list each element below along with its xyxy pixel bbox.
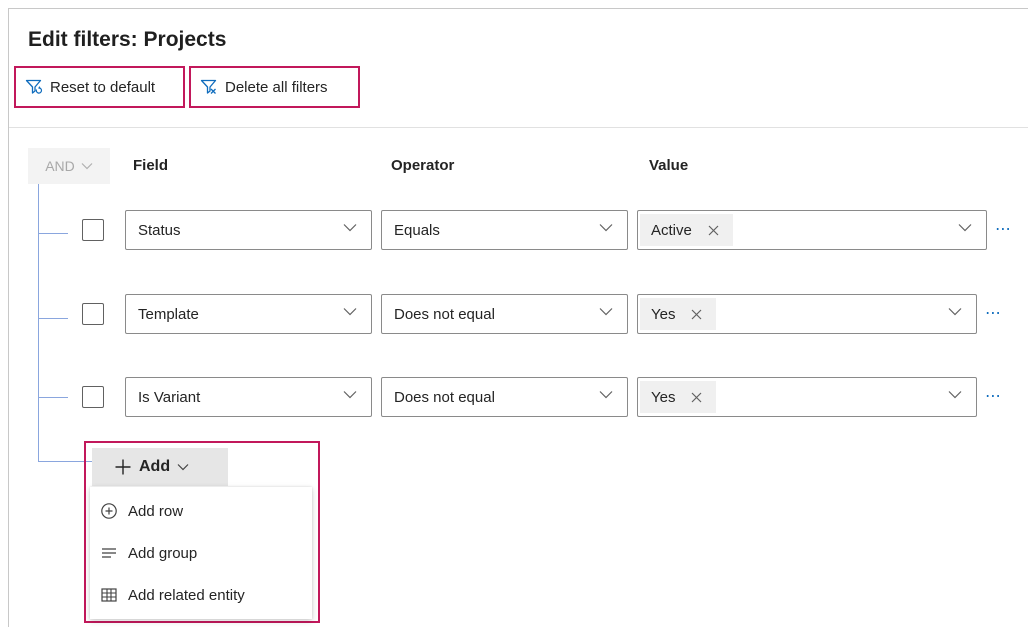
tree-branch-line <box>38 397 68 398</box>
value-dropdown[interactable]: Yes <box>637 294 977 334</box>
value-tag-label: Yes <box>651 305 676 323</box>
plus-icon <box>115 459 131 475</box>
row-select-checkbox[interactable] <box>82 303 104 325</box>
chevron-down-icon <box>599 224 613 232</box>
chevron-down-icon <box>948 308 962 316</box>
chevron-down-icon <box>81 163 93 170</box>
add-button[interactable]: Add <box>92 448 228 486</box>
field-dropdown[interactable]: Template <box>125 294 372 334</box>
chevron-down-icon <box>599 391 613 399</box>
filter-reset-icon <box>25 79 43 94</box>
column-header-value: Value <box>649 157 689 174</box>
row-select-checkbox[interactable] <box>82 386 104 408</box>
field-value: Is Variant <box>138 388 201 406</box>
menu-item-add-row[interactable]: Add row <box>90 491 312 531</box>
tree-connector-line <box>38 184 39 462</box>
remove-tag-icon[interactable] <box>691 392 702 403</box>
menu-item-label: Add group <box>128 544 198 562</box>
reset-to-default-label: Reset to default <box>50 78 156 96</box>
chevron-down-icon <box>343 391 357 399</box>
chevron-down-icon <box>599 308 613 316</box>
group-operator-dropdown[interactable]: AND <box>28 148 110 184</box>
remove-tag-icon[interactable] <box>691 309 702 320</box>
row-more-options-icon[interactable]: ⋯ <box>985 386 1002 406</box>
row-more-options-icon[interactable]: ⋯ <box>985 303 1002 323</box>
value-dropdown[interactable]: Yes <box>637 377 977 417</box>
operator-value: Does not equal <box>394 388 495 406</box>
operator-dropdown[interactable]: Equals <box>381 210 628 250</box>
add-button-label: Add <box>139 458 171 475</box>
value-tag-label: Active <box>651 221 692 239</box>
add-menu: Add row Add group Add related entity <box>90 487 312 619</box>
chevron-down-icon <box>948 391 962 399</box>
value-tag: Yes <box>640 298 717 330</box>
operator-value: Equals <box>394 221 440 239</box>
row-select-checkbox[interactable] <box>82 219 104 241</box>
table-icon <box>101 588 117 602</box>
tree-branch-line <box>38 318 68 319</box>
menu-item-label: Add row <box>128 502 184 520</box>
text-lines-icon <box>102 548 116 558</box>
row-more-options-icon[interactable]: ⋯ <box>995 219 1012 239</box>
operator-dropdown[interactable]: Does not equal <box>381 377 628 417</box>
chevron-down-icon <box>958 224 972 232</box>
filter-delete-icon <box>200 79 217 94</box>
field-dropdown[interactable]: Is Variant <box>125 377 372 417</box>
remove-tag-icon[interactable] <box>708 225 719 236</box>
field-dropdown[interactable]: Status <box>125 210 372 250</box>
page-title: Edit filters: Projects <box>28 28 227 51</box>
value-tag-label: Yes <box>651 388 676 406</box>
field-value: Status <box>138 221 181 239</box>
header-divider <box>9 127 1028 128</box>
menu-item-add-related-entity[interactable]: Add related entity <box>90 575 312 615</box>
chevron-down-icon <box>177 464 189 471</box>
chevron-down-icon <box>343 308 357 316</box>
reset-to-default-button[interactable]: Reset to default <box>14 66 185 108</box>
operator-value: Does not equal <box>394 305 495 323</box>
add-circle-icon <box>101 503 117 519</box>
group-operator-label: AND <box>45 158 75 174</box>
tree-branch-line <box>38 233 68 234</box>
value-dropdown[interactable]: Active <box>637 210 987 250</box>
menu-item-add-group[interactable]: Add group <box>90 533 312 573</box>
menu-item-label: Add related entity <box>128 586 245 604</box>
chevron-down-icon <box>343 224 357 232</box>
operator-dropdown[interactable]: Does not equal <box>381 294 628 334</box>
field-value: Template <box>138 305 199 323</box>
value-tag: Yes <box>640 381 717 413</box>
value-tag: Active <box>640 214 733 246</box>
delete-all-filters-label: Delete all filters <box>225 78 328 96</box>
column-header-operator: Operator <box>391 157 455 174</box>
column-header-field: Field <box>133 157 169 174</box>
delete-all-filters-button[interactable]: Delete all filters <box>189 66 360 108</box>
